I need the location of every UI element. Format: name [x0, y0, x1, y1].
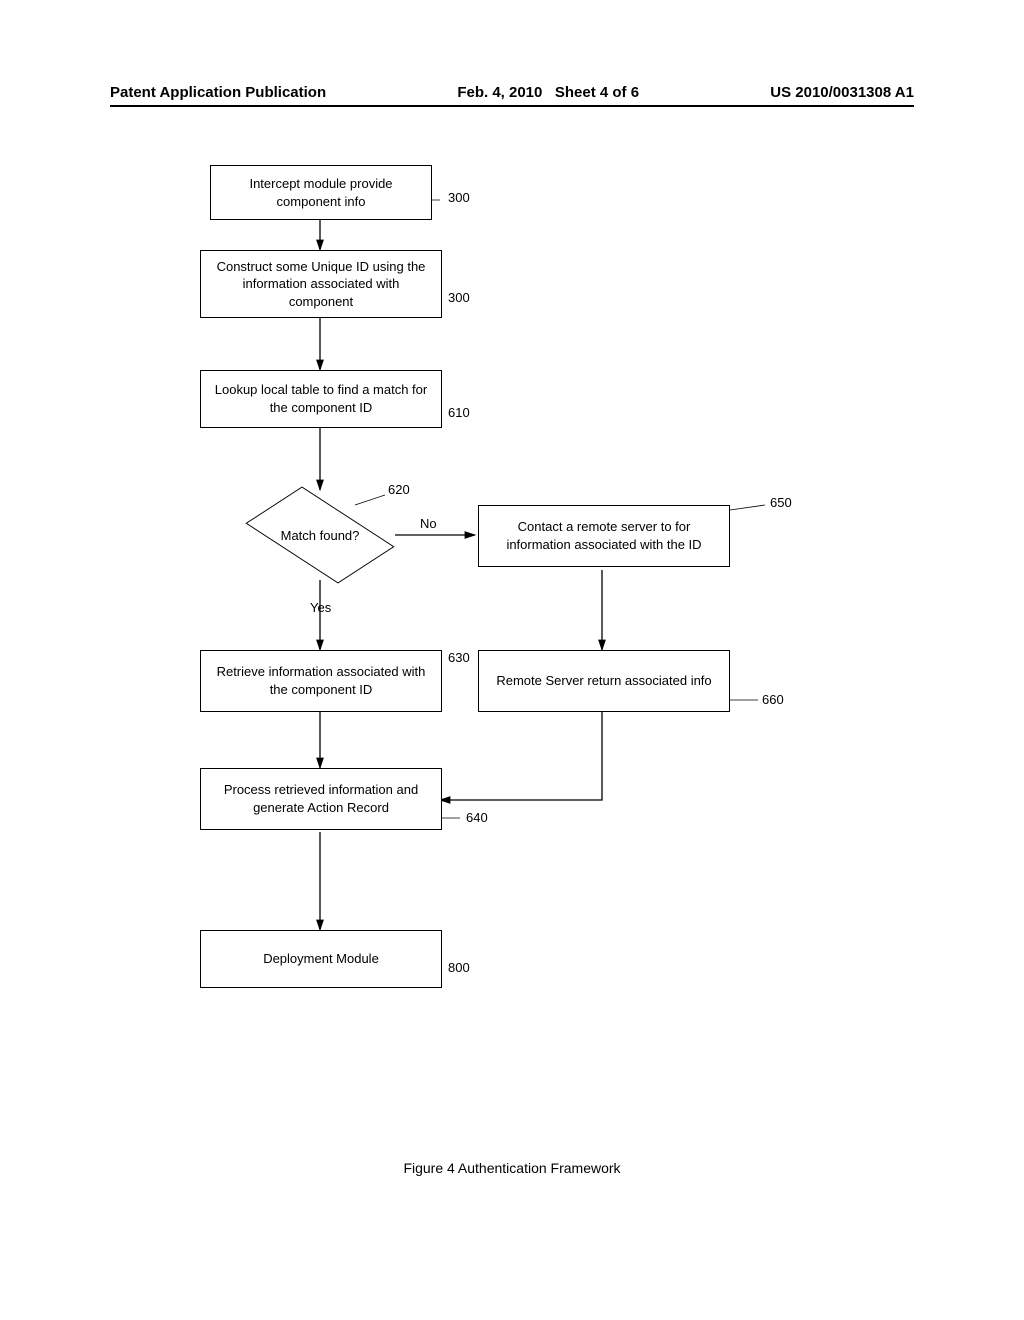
flow-box-contact-remote: Contact a remote server to for informati…	[478, 505, 730, 567]
header-left: Patent Application Publication	[110, 84, 326, 101]
flow-text: Intercept module provide component info	[221, 175, 421, 210]
header-right: US 2010/0031308 A1	[770, 84, 914, 101]
flow-text: Deployment Module	[263, 950, 379, 968]
flow-box-lookup: Lookup local table to find a match for t…	[200, 370, 442, 428]
branch-label-yes: Yes	[310, 600, 331, 615]
ref-label-300b: 300	[448, 290, 470, 305]
flow-text: Process retrieved information and genera…	[211, 781, 431, 816]
ref-label-630: 630	[448, 650, 470, 665]
flow-box-remote-return: Remote Server return associated info	[478, 650, 730, 712]
header-center: Feb. 4, 2010 Sheet 4 of 6	[457, 84, 639, 101]
flow-text: Lookup local table to find a match for t…	[211, 381, 431, 416]
figure-caption: Figure 4 Authentication Framework	[0, 1160, 1024, 1176]
ref-label-610: 610	[448, 405, 470, 420]
flow-text: Construct some Unique ID using the infor…	[211, 258, 431, 311]
flow-box-construct-id: Construct some Unique ID using the infor…	[200, 250, 442, 318]
decision-match-found: Match found?	[245, 490, 395, 580]
flow-text: Remote Server return associated info	[496, 672, 711, 690]
connector-lines	[0, 140, 1024, 1060]
flow-text: Contact a remote server to for informati…	[489, 518, 719, 553]
ref-label-640: 640	[466, 810, 488, 825]
ref-label-620: 620	[388, 482, 410, 497]
flow-text: Retrieve information associated with the…	[211, 663, 431, 698]
flow-box-intercept: Intercept module provide component info	[210, 165, 432, 220]
ref-label-800: 800	[448, 960, 470, 975]
branch-label-no: No	[420, 516, 437, 531]
flowchart-canvas: Intercept module provide component info …	[0, 140, 1024, 1060]
flow-box-deployment: Deployment Module	[200, 930, 442, 988]
flow-box-retrieve: Retrieve information associated with the…	[200, 650, 442, 712]
ref-label-660: 660	[762, 692, 784, 707]
page-header: Patent Application Publication Feb. 4, 2…	[110, 84, 914, 107]
ref-label-300a: 300	[448, 190, 470, 205]
ref-label-650: 650	[770, 495, 792, 510]
flow-box-process: Process retrieved information and genera…	[200, 768, 442, 830]
